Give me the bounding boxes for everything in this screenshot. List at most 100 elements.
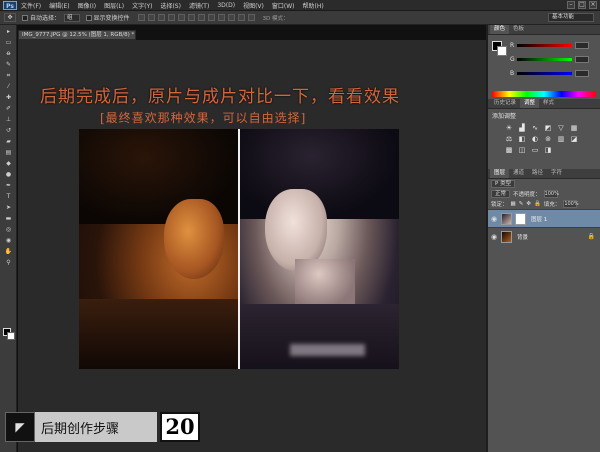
- tab-layers[interactable]: 图层: [490, 169, 510, 178]
- photo-filter-icon[interactable]: ◐: [530, 135, 540, 143]
- move-tool-preset-icon[interactable]: ✥: [4, 13, 16, 22]
- shape-tool-icon[interactable]: ▬: [3, 215, 14, 223]
- menu-view[interactable]: 视图(V): [243, 1, 264, 10]
- menu-edit[interactable]: 编辑(E): [49, 1, 69, 10]
- menu-image[interactable]: 图像(I): [78, 1, 96, 10]
- auto-select-dropdown[interactable]: 组: [64, 13, 80, 22]
- menu-select[interactable]: 选择(S): [160, 1, 181, 10]
- lock-all-icon[interactable]: 🔒: [534, 201, 541, 207]
- hue-saturation-icon[interactable]: ▦: [569, 124, 579, 132]
- curves-icon[interactable]: ∿: [530, 124, 540, 132]
- tab-history[interactable]: 历史记录: [490, 99, 520, 108]
- panel-background-swatch[interactable]: [497, 46, 507, 56]
- path-select-tool-icon[interactable]: ➤: [3, 204, 14, 212]
- menu-help[interactable]: 帮助(H): [303, 1, 324, 10]
- layer-kind-filter[interactable]: P 类型: [491, 180, 516, 188]
- visibility-eye-icon[interactable]: ◉: [490, 215, 498, 223]
- color-balance-icon[interactable]: ⚖: [504, 135, 514, 143]
- distribute-right-icon[interactable]: [247, 14, 255, 21]
- distribute-left-icon[interactable]: [227, 14, 235, 21]
- pen-tool-icon[interactable]: ✒: [3, 182, 14, 190]
- tab-swatches[interactable]: 色板: [509, 25, 528, 34]
- distribute-bottom-icon[interactable]: [217, 14, 225, 21]
- show-transform-checkbox[interactable]: [85, 14, 92, 21]
- tab-styles[interactable]: 样式: [539, 99, 558, 108]
- invert-icon[interactable]: ◪: [569, 135, 579, 143]
- opacity-field[interactable]: 100%: [543, 190, 559, 198]
- black-white-icon[interactable]: ◧: [517, 135, 527, 143]
- menu-file[interactable]: 文件(F): [21, 1, 41, 10]
- brush-tool-icon[interactable]: ✐: [3, 105, 14, 113]
- red-slider[interactable]: [517, 43, 572, 47]
- 3d-camera-tool-icon[interactable]: ◉: [3, 237, 14, 245]
- visibility-eye-icon[interactable]: ◉: [490, 233, 498, 241]
- distribute-top-icon[interactable]: [197, 14, 205, 21]
- tab-color[interactable]: 颜色: [490, 25, 510, 34]
- tab-channels[interactable]: 通道: [509, 169, 528, 178]
- menu-filter[interactable]: 滤镜(T): [189, 1, 209, 10]
- lock-pixels-icon[interactable]: ▦: [511, 201, 516, 207]
- fill-field[interactable]: 100%: [563, 200, 579, 208]
- maximize-button[interactable]: □: [578, 1, 586, 9]
- zoom-tool-icon[interactable]: ⚲: [3, 259, 14, 267]
- menu-3d[interactable]: 3D(D): [217, 2, 235, 9]
- green-value-field[interactable]: [575, 55, 589, 63]
- close-button[interactable]: ×: [589, 1, 597, 9]
- align-vcenter-icon[interactable]: [147, 14, 155, 21]
- blue-value-field[interactable]: [575, 69, 589, 77]
- marquee-tool-icon[interactable]: ▭: [3, 39, 14, 47]
- tab-paths[interactable]: 路径: [528, 169, 547, 178]
- brightness-icon[interactable]: ☀: [504, 124, 514, 132]
- dodge-tool-icon[interactable]: ●: [3, 171, 14, 179]
- align-top-icon[interactable]: [137, 14, 145, 21]
- threshold-icon[interactable]: ◫: [517, 146, 527, 154]
- color-spectrum[interactable]: [492, 91, 596, 97]
- lock-position-icon[interactable]: ✥: [526, 201, 531, 207]
- levels-icon[interactable]: ▟: [517, 124, 527, 132]
- align-left-icon[interactable]: [167, 14, 175, 21]
- quick-select-tool-icon[interactable]: ✎: [3, 61, 14, 69]
- green-slider[interactable]: [517, 57, 572, 61]
- gradient-tool-icon[interactable]: ▤: [3, 149, 14, 157]
- eraser-tool-icon[interactable]: ▰: [3, 138, 14, 146]
- posterize-icon[interactable]: ▩: [504, 146, 514, 154]
- document-tab[interactable]: IMG_9777.JPG @ 12.5% (图层 1, RGB/8) *: [18, 30, 136, 40]
- vibrance-icon[interactable]: ▽: [556, 124, 566, 132]
- menu-type[interactable]: 文字(Y): [132, 1, 152, 10]
- healing-brush-tool-icon[interactable]: ✚: [3, 94, 14, 102]
- workspace-dropdown[interactable]: 基本功能: [548, 13, 594, 22]
- channel-mixer-icon[interactable]: ⊚: [543, 135, 553, 143]
- align-bottom-icon[interactable]: [157, 14, 165, 21]
- 3d-rotate-tool-icon[interactable]: ◎: [3, 226, 14, 234]
- layer-row-layer1[interactable]: ◉ 图层 1: [488, 209, 600, 227]
- tab-adjustments[interactable]: 调整: [520, 99, 540, 108]
- blue-slider[interactable]: [517, 71, 572, 75]
- blend-mode-dropdown[interactable]: 正常: [491, 190, 511, 198]
- move-tool-icon[interactable]: ▸: [3, 28, 14, 36]
- eyedropper-tool-icon[interactable]: ⁄: [3, 83, 14, 91]
- distribute-hcenter-icon[interactable]: [237, 14, 245, 21]
- hand-tool-icon[interactable]: ✋: [3, 248, 14, 256]
- layer-row-background[interactable]: ◉ 背景 🔒: [488, 227, 600, 245]
- blur-tool-icon[interactable]: ◆: [3, 160, 14, 168]
- background-color-swatch[interactable]: [7, 332, 15, 340]
- exposure-icon[interactable]: ◩: [543, 124, 553, 132]
- lock-paint-icon[interactable]: ✎: [519, 201, 524, 207]
- distribute-vcenter-icon[interactable]: [207, 14, 215, 21]
- color-lookup-icon[interactable]: ▥: [556, 135, 566, 143]
- align-hcenter-icon[interactable]: [177, 14, 185, 21]
- layer-mask-thumbnail[interactable]: [515, 212, 526, 225]
- type-tool-icon[interactable]: T: [3, 193, 14, 201]
- auto-select-checkbox[interactable]: [22, 14, 28, 21]
- minimize-button[interactable]: –: [567, 1, 575, 9]
- crop-tool-icon[interactable]: ⌗: [3, 72, 14, 80]
- tab-character[interactable]: 字符: [547, 169, 566, 178]
- history-brush-tool-icon[interactable]: ↺: [3, 127, 14, 135]
- gradient-map-icon[interactable]: ▭: [530, 146, 540, 154]
- selective-color-icon[interactable]: ◨: [543, 146, 553, 154]
- menu-window[interactable]: 窗口(W): [272, 1, 295, 10]
- red-value-field[interactable]: [575, 41, 589, 49]
- align-right-icon[interactable]: [187, 14, 195, 21]
- clone-stamp-tool-icon[interactable]: ⊥: [3, 116, 14, 124]
- menu-layer[interactable]: 图层(L): [104, 1, 124, 10]
